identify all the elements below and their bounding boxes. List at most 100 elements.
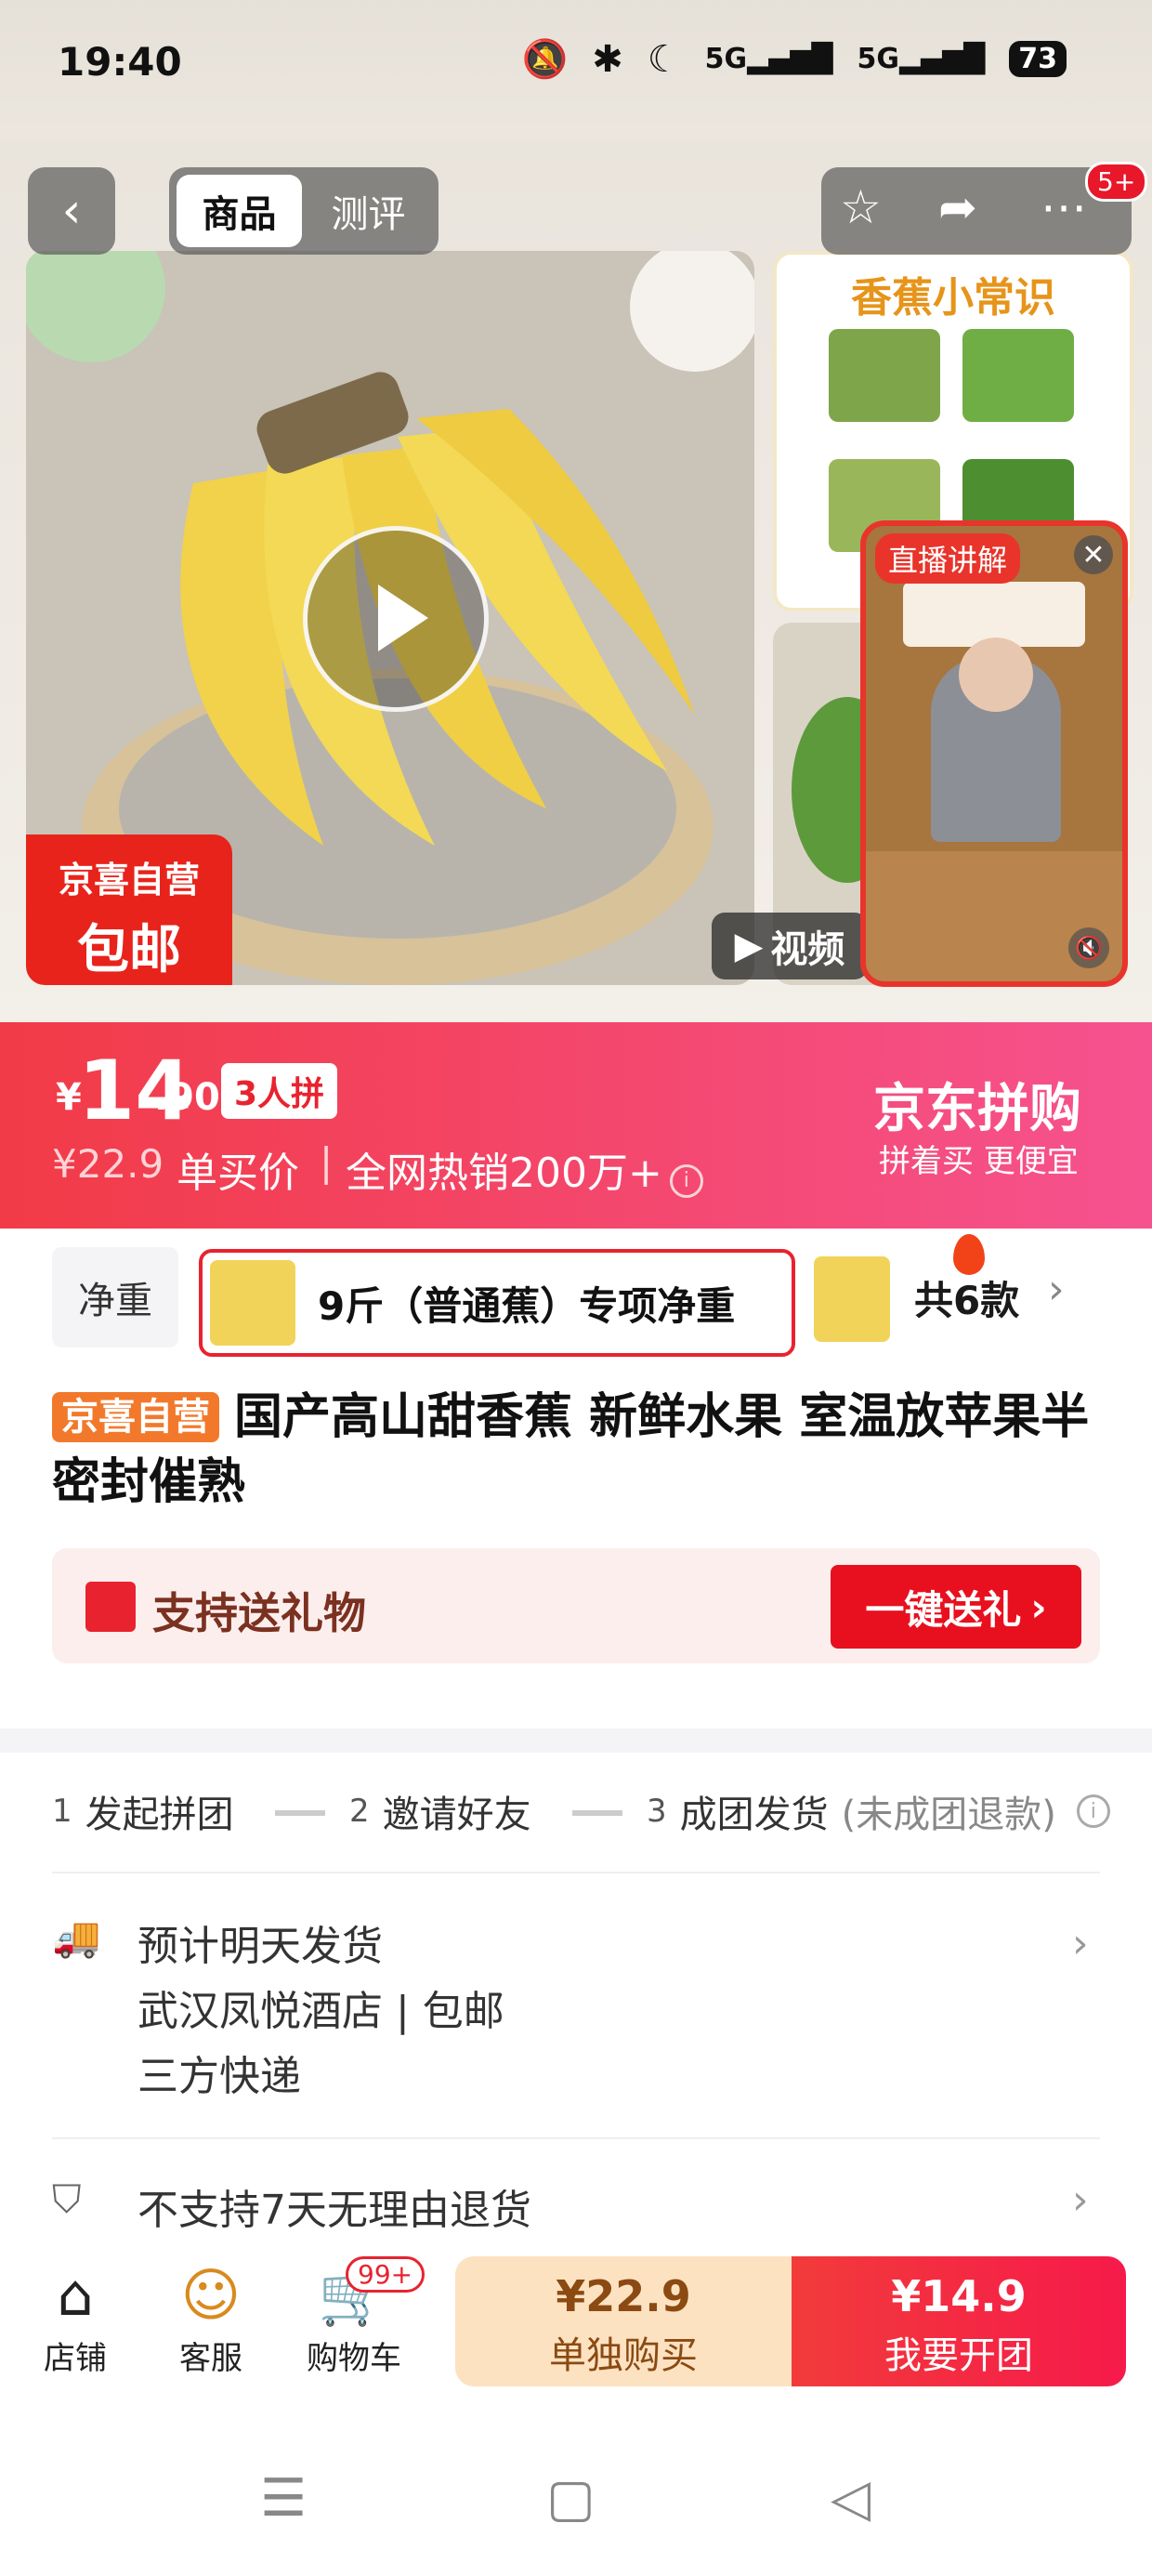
chevron-left-icon: ‹ xyxy=(61,183,82,239)
video-button[interactable]: ▶ 视频 xyxy=(712,913,868,979)
header-tabs: 商品 测评 xyxy=(169,167,439,255)
spec-option-selected[interactable]: 9斤（普通蕉）专项净重 xyxy=(199,1234,985,1357)
return-policy[interactable]: ⛉ 不支持7天无理由退货 › xyxy=(0,2165,1152,2240)
sales-info[interactable]: 全网热销200万+ i xyxy=(346,1139,703,1199)
store-icon: ⌂ xyxy=(57,2261,94,2329)
group-label: 我要开团 xyxy=(884,2334,1033,2377)
spec-thumbnail xyxy=(210,1260,295,1346)
battery-indicator: 73 xyxy=(1009,41,1067,77)
product-title: 京喜自营 国产高山甜香蕉 新鲜水果 室温放苹果半密封催熟 xyxy=(52,1385,1111,1515)
badge-line1: 京喜自营 xyxy=(58,860,200,900)
divider xyxy=(52,1872,1100,1873)
section-divider xyxy=(0,1728,1152,1753)
presenter-head xyxy=(959,637,1033,712)
bottom-action-bar: ⌂ 店铺 ☺ 客服 🛒 购物车 99+ ¥22.9 单独购买 ¥14.9 我要开… xyxy=(0,2236,1152,2422)
tab-review[interactable]: 测评 xyxy=(306,175,431,247)
status-time: 19:40 xyxy=(58,39,182,85)
back-button[interactable]: ‹ xyxy=(28,167,115,255)
cart-count-badge: 99+ xyxy=(346,2256,425,2293)
gift-icon xyxy=(85,1582,136,1632)
step-number: 2 xyxy=(349,1793,370,1830)
signal-5g-icon: 5G▂▄▆█ xyxy=(704,43,833,75)
step-arrow xyxy=(275,1797,325,1816)
price-banner: ¥ 14 .90 3人拼 ¥22.9 单买价 | 全网热销200万+ i 京东拼购… xyxy=(0,1022,1152,1229)
step-1: 1 发起拼团 xyxy=(52,1784,234,1838)
send-gift-label: 一键送礼 xyxy=(865,1586,1022,1633)
chevron-right-icon: › xyxy=(1072,2176,1089,2224)
system-nav-bar: ☰ ▢ ◁ xyxy=(0,2422,1152,2576)
share-icon[interactable]: ➦ xyxy=(938,180,977,234)
nav-store-label: 店铺 xyxy=(44,2340,107,2377)
gift-section: 支持送礼物 一键送礼 › xyxy=(52,1548,1100,1663)
badge-line2: 包邮 xyxy=(77,920,181,980)
info-icon[interactable]: i xyxy=(1076,1794,1110,1828)
close-live-button[interactable]: ✕ xyxy=(1074,535,1113,574)
start-group-button[interactable]: ¥14.9 我要开团 xyxy=(792,2256,1126,2386)
more-icon[interactable]: ⋯ xyxy=(1041,180,1087,234)
step-2: 2 邀请好友 xyxy=(349,1784,531,1838)
step-number: 1 xyxy=(52,1793,72,1830)
jd-pingou-brand: 京东拼购 xyxy=(873,1079,1081,1139)
info-icon[interactable]: i xyxy=(669,1163,703,1198)
product-main-image[interactable]: 京喜自营 包邮 xyxy=(26,251,754,985)
play-video-button[interactable] xyxy=(303,526,489,712)
ship-carrier: 三方快递 xyxy=(137,2053,301,2100)
live-stream-window[interactable]: 直播讲解 ✕ 🔇 xyxy=(860,520,1128,987)
spec-label: 净重 xyxy=(52,1247,178,1347)
price-decimal: .90 xyxy=(154,1076,220,1119)
spec-option-label: 9斤（普通蕉）专项净重 xyxy=(318,1283,736,1329)
group-tag: 3人拼 xyxy=(221,1063,338,1119)
speaker-mute-icon: 🔇 xyxy=(1075,935,1103,961)
thumb-cell xyxy=(962,329,1074,422)
mute-toggle[interactable]: 🔇 xyxy=(1068,927,1109,968)
step-label: 邀请好友 xyxy=(382,1794,531,1836)
truck-icon: 🚚 xyxy=(52,1914,101,1960)
tab-product[interactable]: 商品 xyxy=(177,175,302,247)
single-price: ¥22.9 xyxy=(556,2271,691,2321)
nav-customer-service[interactable]: ☺ 客服 xyxy=(169,2258,253,2378)
nav-store[interactable]: ⌂ 店铺 xyxy=(33,2258,117,2378)
back-triangle-icon[interactable]: ◁ xyxy=(831,2468,871,2529)
play-icon: ▶ xyxy=(734,925,764,967)
live-label: 直播讲解 xyxy=(875,533,1021,584)
send-gift-button[interactable]: 一键送礼 › xyxy=(831,1565,1081,1649)
separator: | xyxy=(320,1139,334,1185)
step-label: 成团发货 xyxy=(679,1794,829,1836)
chevron-right-icon: › xyxy=(1030,1584,1047,1630)
step-arrow xyxy=(572,1797,622,1816)
ship-eta: 预计明天发货 xyxy=(137,1923,383,1970)
jingxi-tag: 京喜自营 xyxy=(52,1392,219,1442)
step-3: 3 成团发货 (未成团退款) i xyxy=(647,1784,1110,1838)
mute-icon: 🔕 xyxy=(521,38,569,81)
spec-thumbnail-2[interactable] xyxy=(814,1256,890,1342)
star-icon[interactable]: ☆ xyxy=(840,180,882,234)
video-label: 视频 xyxy=(770,928,845,971)
group-buy-steps: 1 发起拼团 2 邀请好友 3 成团发货 (未成团退款) i xyxy=(52,1784,1111,1840)
buy-single-button[interactable]: ¥22.9 单独购买 xyxy=(455,2256,792,2386)
original-price: ¥22.9 xyxy=(52,1141,164,1187)
message-badge: 5+ xyxy=(1085,162,1148,202)
home-icon[interactable]: ▢ xyxy=(546,2468,596,2529)
shipping-info[interactable]: 🚚 预计明天发货 武汉凤悦酒店 | 包邮 三方快递 › xyxy=(0,1886,1152,2119)
customer-service-icon: ☺ xyxy=(180,2261,242,2329)
signal-5g-icon: 5G▂▄▆█ xyxy=(857,43,986,75)
sales-text: 全网热销200万+ xyxy=(346,1150,662,1197)
spec-count[interactable]: 共6款 xyxy=(914,1269,1019,1326)
close-icon: ✕ xyxy=(1081,538,1106,572)
menu-icon[interactable]: ☰ xyxy=(260,2468,307,2529)
group-price: ¥14.9 xyxy=(891,2271,1027,2321)
step-number: 3 xyxy=(647,1793,667,1830)
step-label: 发起拼团 xyxy=(85,1794,234,1836)
status-bar: 19:40 🔕 ✱ ☾ 5G▂▄▆█ 5G▂▄▆█ 73 xyxy=(0,0,1152,139)
shield-icon: ⛉ xyxy=(52,2176,82,2222)
thumb-title: 香蕉小常识 xyxy=(851,274,1055,322)
moon-icon: ☾ xyxy=(647,37,681,81)
chevron-right-icon[interactable]: › xyxy=(1048,1266,1065,1313)
brand-slogan: 拼着买 更便宜 xyxy=(879,1143,1079,1180)
product-gallery: 京喜自营 包邮 香蕉小常识 ▶ 视频 直播讲解 ✕ 🔇 ‹ 商品 测评 ☆ ➦ … xyxy=(0,139,1152,1022)
nav-cart-label: 购物车 xyxy=(307,2340,401,2377)
single-label: 单独购买 xyxy=(549,2334,698,2377)
ship-address: 武汉凤悦酒店 | 包邮 xyxy=(137,1988,504,2035)
jingxi-badge: 京喜自营 包邮 xyxy=(26,835,232,985)
nav-service-label: 客服 xyxy=(179,2340,242,2377)
